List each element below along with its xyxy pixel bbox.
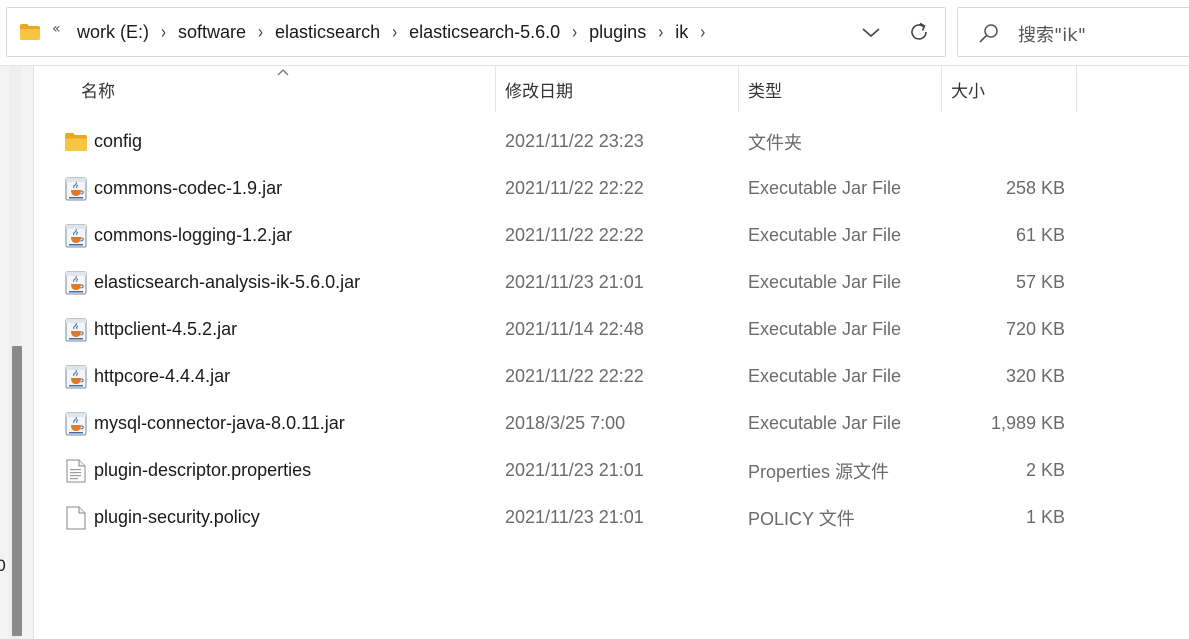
breadcrumb-item[interactable]: ik [669,22,694,43]
file-size: 1 KB [1025,507,1065,527]
file-type: Executable Jar File [748,366,902,386]
jar-file-icon [65,365,87,388]
file-size [915,118,1065,165]
file-name: plugin-descriptor.properties [94,460,312,480]
breadcrumb-chevron-icon[interactable]: › [694,22,711,42]
file-date: 2021/11/22 22:22 [505,178,644,198]
file-date: 2021/11/22 22:22 [505,366,644,386]
file-date: 2018/3/25 7:00 [505,413,626,433]
file-size: 258 KB [1005,178,1065,198]
file-type: 文件夹 [748,132,802,153]
refresh-icon[interactable] [907,20,931,44]
file-name: commons-codec-1.9.jar [94,178,283,198]
jar-file-icon [65,177,87,200]
file-explorer-window: « work (E:) › software › elasticsearch ›… [0,0,1189,639]
column-divider[interactable] [738,66,739,112]
nav-scrollbar-thumb[interactable] [12,346,22,636]
breadcrumb-chevron-icon[interactable]: › [386,22,403,42]
file-type: Executable Jar File [748,178,902,198]
file-date: 2021/11/23 21:01 [505,272,644,292]
jar-file-icon [65,271,87,294]
breadcrumb-chevron-icon[interactable]: › [566,22,583,42]
nav-truncated-text: 0 [0,556,7,575]
file-type: Executable Jar File [748,319,902,339]
file-name: httpcore-4.4.4.jar [94,366,231,386]
address-toolbar: « work (E:) › software › elasticsearch ›… [0,0,1189,66]
file-size: 2 KB [1025,460,1065,480]
file-row[interactable]: config 2021/11/22 23:23 文件夹 [35,118,1189,165]
file-type: POLICY 文件 [748,508,855,529]
file-name: commons-logging-1.2.jar [94,225,293,245]
column-header-label: 修改日期 [505,81,573,102]
breadcrumb-chevron-icon[interactable]: › [252,22,269,42]
file-list: 名称 修改日期 类型 大小 config 2021/11/22 23:23 文件… [35,66,1189,639]
file-size: 57 KB [1015,272,1065,292]
folder-icon [65,132,87,151]
file-row[interactable]: httpcore-4.4.4.jar 2021/11/22 22:22 Exec… [35,353,1189,400]
column-header-label: 名称 [81,81,115,102]
breadcrumb-item[interactable]: plugins [583,22,652,43]
file-name: mysql-connector-java-8.0.11.jar [94,413,345,433]
column-header-date[interactable]: 修改日期 [505,66,738,112]
file-name: plugin-security.policy [94,507,260,527]
file-size: 1,989 KB [990,413,1065,433]
search-input[interactable]: 搜索"ik" [957,7,1189,57]
breadcrumb-chevron-icon[interactable]: › [652,22,669,42]
column-header-size[interactable]: 大小 [951,66,1075,112]
file-name: config [94,131,143,151]
file-name: httpclient-4.5.2.jar [94,319,238,339]
breadcrumb-item[interactable]: elasticsearch [269,22,386,43]
file-row[interactable]: elasticsearch-analysis-ik-5.6.0.jar 2021… [35,259,1189,306]
file-row[interactable]: mysql-connector-java-8.0.11.jar 2018/3/2… [35,400,1189,447]
file-name: elasticsearch-analysis-ik-5.6.0.jar [94,272,361,292]
breadcrumb: work (E:) › software › elasticsearch › e… [71,8,711,56]
column-divider[interactable] [941,66,942,112]
properties-file-icon [66,459,86,482]
file-date: 2021/11/14 22:48 [505,319,644,339]
file-row[interactable]: httpclient-4.5.2.jar 2021/11/14 22:48 Ex… [35,306,1189,353]
search-icon [979,24,998,43]
column-header-name[interactable]: 名称 [81,66,495,112]
navigation-pane: 0 [0,66,34,639]
column-headers: 名称 修改日期 类型 大小 [35,66,1189,112]
breadcrumb-item[interactable]: elasticsearch-5.6.0 [403,22,566,43]
file-type: Executable Jar File [748,413,902,433]
jar-file-icon [65,412,87,435]
file-type: Executable Jar File [748,272,902,292]
folder-icon [20,24,40,40]
file-type: Properties 源文件 [748,461,890,482]
breadcrumb-item[interactable]: work (E:) [71,22,155,43]
column-header-label: 类型 [748,81,782,102]
file-date: 2021/11/22 23:23 [505,131,644,151]
file-size: 320 KB [1005,366,1065,386]
column-header-label: 大小 [951,81,985,102]
file-row[interactable]: plugin-security.policy 2021/11/23 21:01 … [35,494,1189,541]
column-divider[interactable] [495,66,496,112]
breadcrumb-item[interactable]: software [172,22,252,43]
file-size: 61 KB [1015,225,1065,245]
chevron-down-icon[interactable] [859,20,883,44]
file-row[interactable]: plugin-descriptor.properties 2021/11/23 … [35,447,1189,494]
file-rows: config 2021/11/22 23:23 文件夹 commons-code… [35,118,1189,541]
column-header-type[interactable]: 类型 [748,66,941,112]
file-row[interactable]: commons-codec-1.9.jar 2021/11/22 22:22 E… [35,165,1189,212]
address-bar[interactable]: « work (E:) › software › elasticsearch ›… [6,7,946,57]
column-divider[interactable] [1076,66,1077,112]
blank-file-icon [66,506,86,529]
search-placeholder: 搜索"ik" [1018,25,1086,46]
file-date: 2021/11/23 21:01 [505,460,644,480]
breadcrumb-overflow[interactable]: « [52,21,61,37]
file-date: 2021/11/22 22:22 [505,225,644,245]
jar-file-icon [65,224,87,247]
breadcrumb-chevron-icon[interactable]: › [155,22,172,42]
jar-file-icon [65,318,87,341]
file-date: 2021/11/23 21:01 [505,507,644,527]
file-size: 720 KB [1005,319,1065,339]
file-type: Executable Jar File [748,225,902,245]
file-row[interactable]: commons-logging-1.2.jar 2021/11/22 22:22… [35,212,1189,259]
